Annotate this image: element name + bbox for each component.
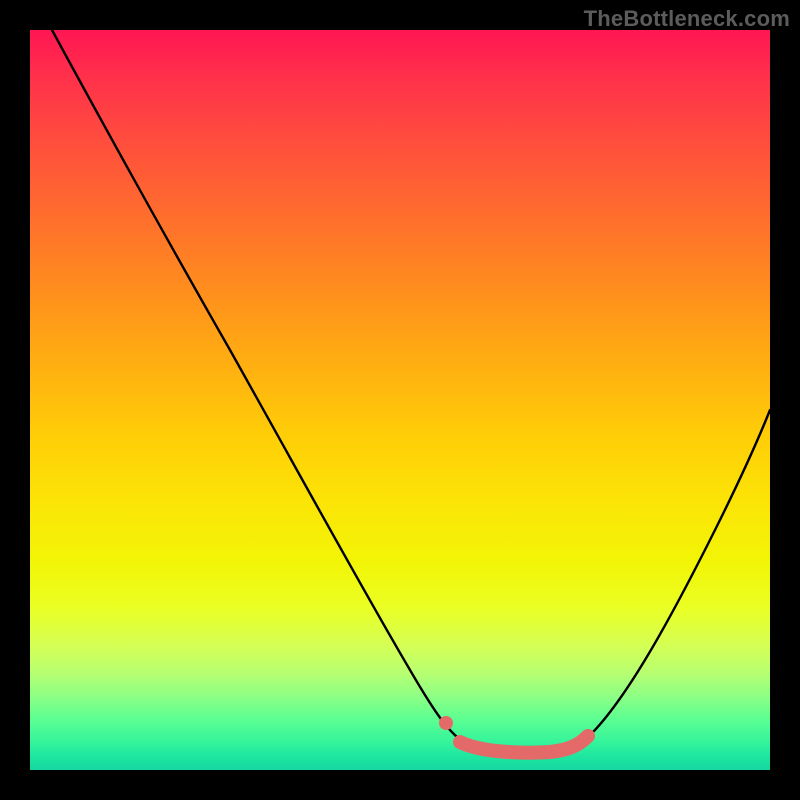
highlight-segment xyxy=(460,736,588,753)
watermark-text: TheBottleneck.com xyxy=(584,6,790,32)
highlight-dot-icon xyxy=(439,716,453,730)
bottleneck-curve xyxy=(52,30,770,753)
plot-area xyxy=(30,30,770,770)
chart-canvas: TheBottleneck.com xyxy=(0,0,800,800)
curve-svg xyxy=(30,30,770,770)
